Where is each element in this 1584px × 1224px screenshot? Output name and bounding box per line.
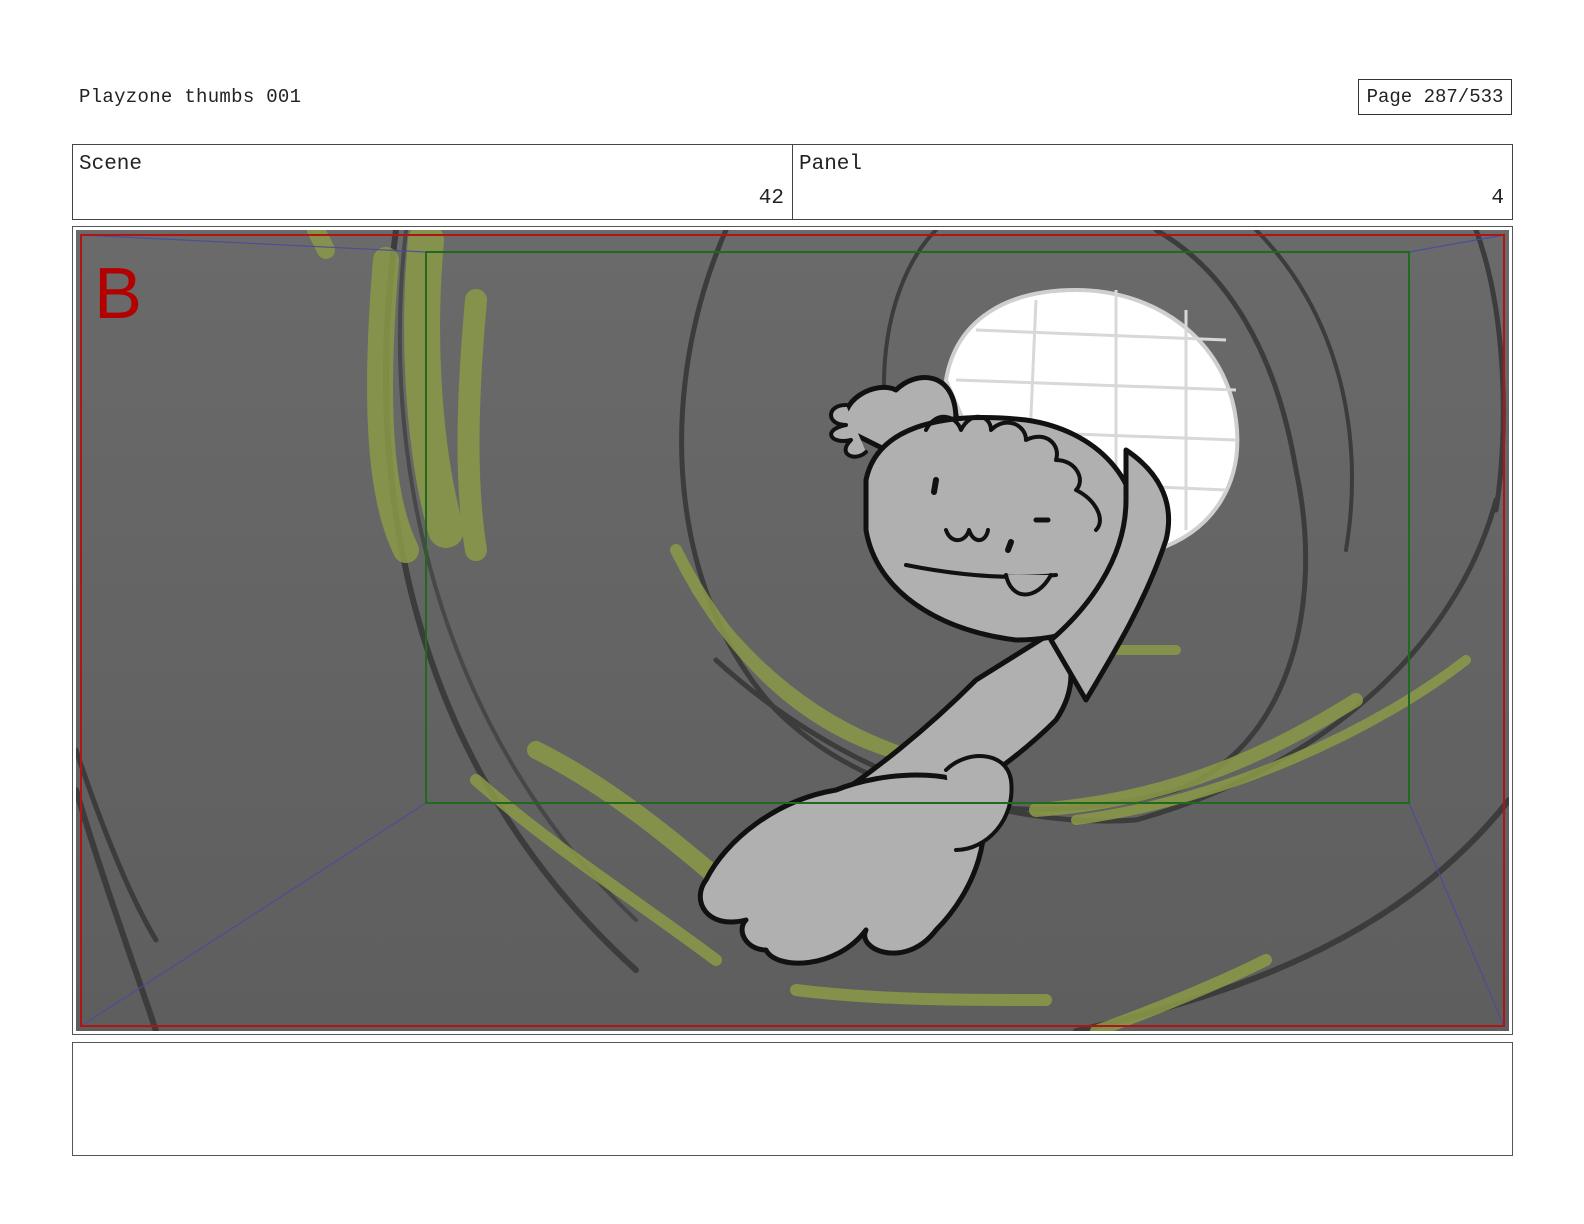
frame-marker-letter: B xyxy=(94,254,142,334)
scene-label: Scene xyxy=(79,153,143,176)
scene-panel-table: Scene 42 Panel 4 xyxy=(72,144,1513,220)
scene-number: 42 xyxy=(758,187,784,210)
notes-area xyxy=(72,1042,1513,1156)
page-indicator: Page 287/533 xyxy=(1358,79,1512,115)
panel-number: 4 xyxy=(1491,187,1504,210)
panel-cell: Panel 4 xyxy=(792,145,1512,219)
storyboard-frame: B xyxy=(72,226,1513,1035)
storyboard-sketch: B xyxy=(76,230,1509,1031)
panel-label: Panel xyxy=(799,153,863,176)
storyboard-drawing-area: B xyxy=(76,230,1509,1031)
scene-cell: Scene 42 xyxy=(73,145,792,219)
document-title: Playzone thumbs 001 xyxy=(79,86,302,108)
